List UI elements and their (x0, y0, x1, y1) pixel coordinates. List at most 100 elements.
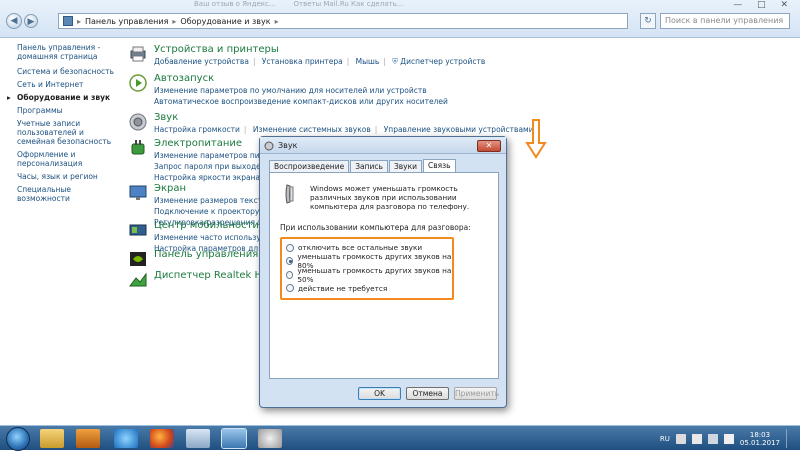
volume-icon[interactable] (723, 433, 734, 444)
radio-button[interactable] (286, 243, 294, 252)
control-panel-icon[interactable] (222, 429, 246, 448)
link-change-media-defaults[interactable]: Изменение параметров по умолчанию для но… (154, 86, 448, 96)
windows-explorer-icon[interactable] (40, 429, 64, 448)
communications-prompt: При использовании компьютера для разгово… (280, 223, 471, 232)
mobility-center-icon (129, 224, 147, 236)
nvidia-icon (130, 252, 146, 266)
image-viewer-icon[interactable] (186, 429, 210, 448)
category-autoplay: Автозапуск Изменение параметров по умолч… (128, 73, 488, 108)
category-title[interactable]: Диспетчер Realtek HD (154, 270, 270, 281)
breadcrumb-control-panel[interactable]: Панель управления (85, 17, 168, 26)
apply-button[interactable]: Применить (454, 387, 499, 400)
ghost-tab[interactable]: Ваш отзыв о Яндекс... (194, 0, 276, 11)
category-sound: Звук Настройка громкости | Изменение сист… (128, 112, 548, 138)
category-display: Экран Изменение размеров текста и других… (128, 183, 304, 227)
media-player-icon[interactable] (76, 429, 100, 448)
address-bar-area: Ваш отзыв о Яндекс... Ответы Mail.Ru Как… (0, 0, 800, 38)
sidebar-item-appearance[interactable]: Оформление и персонализация (17, 150, 115, 168)
internet-explorer-icon[interactable] (114, 429, 138, 448)
down-arrow-annotation-icon (525, 119, 547, 159)
category-title[interactable]: Устройства и принтеры (154, 44, 279, 55)
dialog-title: Звук (278, 141, 298, 150)
link-mouse[interactable]: Мышь (356, 57, 380, 66)
breadcrumb-separator: ▸ (172, 16, 177, 26)
phone-icon (285, 184, 294, 204)
category-power: Электропитание Изменение параметров пита… (128, 138, 283, 182)
sidebar-item-clock-region[interactable]: Часы, язык и регион (17, 172, 115, 181)
radio-label: действие не требуется (298, 283, 388, 293)
clock[interactable]: 18:03 05.01.2017 (740, 431, 780, 447)
sidebar-item-programs[interactable]: Программы (17, 106, 115, 115)
tray-arrow-icon[interactable] (675, 433, 686, 444)
link-system-sounds[interactable]: Изменение системных звуков (253, 125, 371, 134)
realtek-icon (129, 272, 147, 287)
control-panel-small-icon (63, 16, 73, 26)
sidebar-item-network[interactable]: Сеть и Интернет (17, 80, 115, 89)
disc-icon[interactable] (258, 429, 282, 448)
dialog-titlebar[interactable]: Звук (260, 137, 506, 154)
language-indicator[interactable]: RU (660, 435, 670, 443)
link-volume[interactable]: Настройка громкости (154, 125, 240, 134)
link-add-printer[interactable]: Установка принтера (262, 57, 343, 66)
clock-time: 18:03 (749, 430, 771, 439)
refresh-icon[interactable]: ↻ (640, 13, 656, 29)
breadcrumb-hardware-sound[interactable]: Оборудование и звук (180, 17, 270, 26)
start-button[interactable] (6, 427, 30, 451)
radio-label: отключить все остальные звуки (298, 243, 423, 253)
background-window-tabs: Ваш отзыв о Яндекс... Ответы Mail.Ru Как… (190, 0, 410, 11)
category-title[interactable]: Автозапуск (154, 73, 214, 84)
power-icon (131, 140, 145, 155)
link-autoplay-cds[interactable]: Автоматическое воспроизведение компакт-д… (154, 97, 448, 107)
window-controls[interactable]: — □ ✕ (733, 0, 794, 10)
breadcrumb-separator: ▸ (77, 16, 82, 26)
printer-icon (130, 46, 146, 62)
search-input[interactable]: Поиск в панели управления (660, 13, 790, 29)
radio-reduce-50[interactable]: уменьшать громкость других звуков на 50% (286, 265, 452, 284)
sidebar-item-home[interactable]: Панель управления - домашняя страница (17, 43, 115, 61)
link-manage-audio-devices[interactable]: Управление звуковыми устройствами (384, 125, 534, 134)
link-add-device[interactable]: Добавление устройства (154, 57, 249, 66)
dialog-tabs: Воспроизведение Запись Звуки Связь (269, 159, 457, 173)
show-desktop-button[interactable] (786, 429, 794, 448)
cancel-button[interactable]: Отмена (406, 387, 449, 400)
tab-communications[interactable]: Связь (423, 159, 456, 173)
communications-description: Windows может уменьшать громкость различ… (310, 184, 470, 211)
close-icon[interactable]: ✕ (477, 140, 501, 152)
speaker-icon (264, 141, 274, 151)
category-title[interactable]: Электропитание (154, 138, 242, 149)
radio-label: уменьшать громкость других звуков на 50% (297, 265, 452, 284)
ghost-tab[interactable]: Ответы Mail.Ru Как сделать... (294, 0, 404, 11)
autoplay-icon (129, 74, 147, 92)
category-links: Добавление устройства | Установка принтер… (154, 57, 486, 66)
sidebar-item-accessibility[interactable]: Специальные возможности (17, 185, 115, 203)
communications-panel: Windows может уменьшать громкость различ… (269, 172, 499, 379)
address-field[interactable]: ▸ Панель управления ▸ Оборудование и зву… (58, 13, 628, 29)
sidebar-item-user-accounts[interactable]: Учетные записи пользователей и семейная … (17, 119, 115, 146)
category-links: Настройка громкости | Изменение системных… (154, 125, 534, 134)
radio-button-selected[interactable] (286, 257, 294, 266)
category-mobility-center: Центр мобильности Windo Изменение часто … (128, 220, 293, 253)
category-links: Изменение параметров по умолчанию для но… (154, 86, 448, 108)
sidebar: Панель управления - домашняя страница Си… (0, 38, 118, 425)
link-device-manager[interactable]: Диспетчер устройств (400, 57, 485, 66)
sidebar-item-system-security[interactable]: Система и безопасность (17, 67, 115, 76)
ok-button[interactable]: OK (358, 387, 401, 400)
display-icon (129, 185, 147, 200)
forward-arrow-icon[interactable]: ▶ (24, 14, 38, 28)
shield-icon: ⛨ (392, 57, 398, 66)
network-icon[interactable] (707, 433, 718, 444)
category-title[interactable]: Экран (154, 183, 186, 194)
radio-button[interactable] (286, 270, 294, 279)
taskbar: RU 18:03 05.01.2017 (0, 425, 800, 451)
clock-date: 05.01.2017 (739, 438, 780, 447)
flag-icon[interactable] (691, 433, 702, 444)
back-arrow-icon[interactable]: ◀ (6, 13, 22, 29)
firefox-icon[interactable] (150, 429, 174, 448)
system-tray: RU 18:03 05.01.2017 (660, 429, 794, 448)
sidebar-item-hardware-sound[interactable]: Оборудование и звук (17, 93, 115, 102)
radio-button[interactable] (286, 284, 294, 293)
communications-options-highlight: отключить все остальные звуки уменьшать … (280, 237, 454, 300)
sound-dialog: Звук ✕ Воспроизведение Запись Звуки Связ… (259, 136, 507, 408)
category-title[interactable]: Звук (154, 112, 178, 123)
category-nvidia: Панель управления NVIDI (128, 249, 289, 269)
